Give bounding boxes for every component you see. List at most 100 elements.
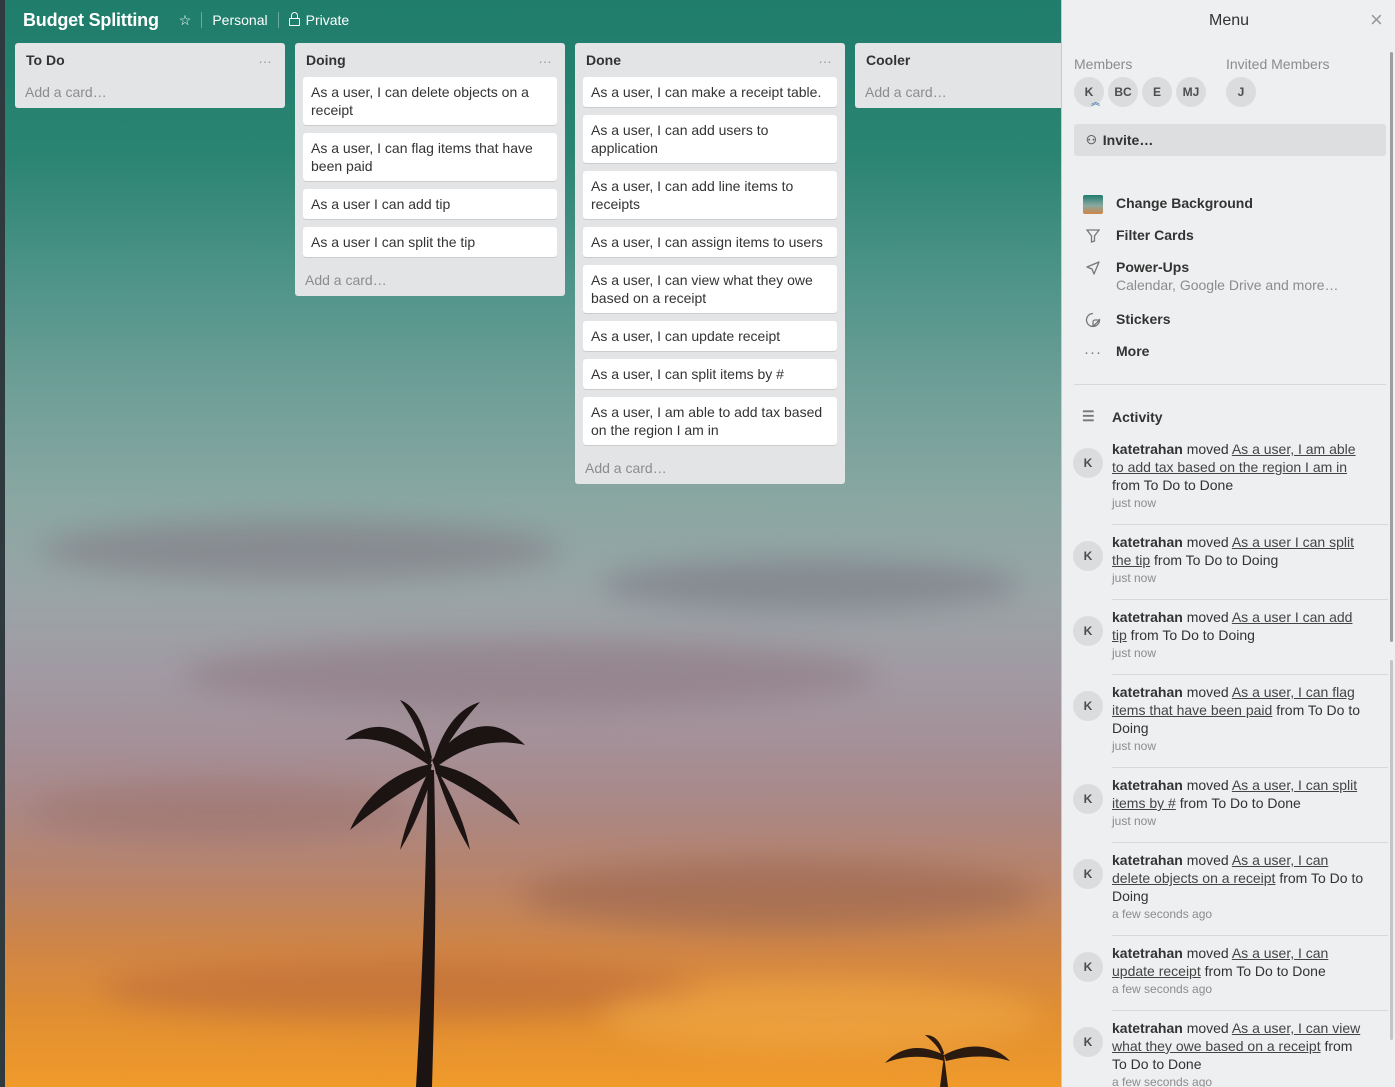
add-card-button[interactable]: Add a card… (303, 265, 557, 296)
activity-timestamp[interactable]: just now (1112, 646, 1367, 660)
divider (1112, 842, 1388, 843)
star-icon[interactable]: ☆ (179, 12, 192, 29)
divider (1112, 1010, 1388, 1011)
add-card-button[interactable]: Add a card… (583, 453, 837, 484)
activity-text: katetrahan moved As a user, I can update… (1112, 944, 1367, 996)
window-edge (0, 0, 5, 1087)
activity-text: katetrahan moved As a user, I am able to… (1112, 440, 1367, 510)
activity-verb: moved (1182, 1020, 1232, 1036)
ellipsis-icon: ··· (1084, 343, 1102, 361)
visibility-button[interactable]: Private (288, 11, 350, 28)
activity-timestamp[interactable]: just now (1112, 814, 1367, 828)
avatar[interactable]: K (1073, 1027, 1103, 1057)
close-icon[interactable]: × (1370, 9, 1383, 31)
menu-item-label: Change Background (1116, 195, 1253, 211)
activity-user[interactable]: katetrahan (1112, 852, 1183, 868)
card[interactable]: As a user I can add tip (303, 189, 557, 219)
board-title[interactable]: Budget Splitting (23, 10, 159, 31)
list-to-do: To Do … Add a card… (15, 43, 285, 108)
activity-timestamp[interactable]: a few seconds ago (1112, 907, 1367, 921)
menu-item-stickers[interactable]: Stickers (1082, 311, 1170, 329)
activity-text: katetrahan moved As a user, I can delete… (1112, 851, 1367, 921)
activity-timestamp[interactable]: just now (1112, 496, 1367, 510)
list-title[interactable]: Cooler (866, 52, 910, 68)
cloud-shape (520, 860, 1040, 930)
visibility-label: Private (305, 12, 350, 28)
menu-scrollbar-thumb[interactable] (1390, 660, 1393, 1040)
activity-user[interactable]: katetrahan (1112, 777, 1183, 793)
avatar[interactable]: MJ (1176, 77, 1206, 107)
sticker-icon (1082, 311, 1104, 329)
list-title[interactable]: Doing (306, 52, 346, 68)
header-divider (277, 12, 279, 28)
avatar[interactable]: K (1073, 448, 1103, 478)
card[interactable]: As a user, I can update receipt (583, 321, 837, 351)
activity-rest: from To Do to Done (1112, 477, 1234, 493)
activity-text: katetrahan moved As a user I can add tip… (1112, 608, 1367, 660)
list-menu-icon[interactable]: … (818, 50, 833, 66)
team-button[interactable]: Personal (212, 12, 267, 28)
avatar[interactable]: K (1073, 691, 1103, 721)
activity-timestamp[interactable]: a few seconds ago (1112, 1075, 1367, 1087)
list-title[interactable]: To Do (26, 52, 65, 68)
avatar[interactable]: K (1073, 859, 1103, 889)
divider (1112, 599, 1388, 600)
add-card-button[interactable]: Add a card… (23, 77, 277, 108)
activity-rest: from To Do to Doing (1150, 552, 1279, 568)
invited-avatar[interactable]: J (1226, 77, 1256, 107)
list-menu-icon[interactable]: … (538, 50, 553, 66)
list-header[interactable]: Cooler (863, 43, 1053, 77)
menu-item-filter-cards[interactable]: Filter Cards (1082, 227, 1194, 245)
activity-user[interactable]: katetrahan (1112, 534, 1183, 550)
list-header[interactable]: Doing … (303, 43, 557, 77)
palm-tree-silhouette (345, 700, 525, 1087)
menu-item-power-ups[interactable]: Power-Ups Calendar, Google Drive and mor… (1082, 259, 1339, 293)
card[interactable]: As a user, I can flag items that have be… (303, 133, 557, 181)
activity-timestamp[interactable]: just now (1112, 571, 1367, 585)
menu-scrollbar-thumb[interactable] (1390, 52, 1393, 642)
menu-item-label: Power-Ups (1116, 259, 1190, 275)
activity-user[interactable]: katetrahan (1112, 609, 1183, 625)
invite-button[interactable]: ⚇ Invite… (1074, 124, 1386, 156)
header-divider (201, 12, 203, 28)
avatar[interactable]: K (1073, 952, 1103, 982)
menu-item-change-background[interactable]: Change Background (1082, 194, 1253, 214)
card[interactable]: As a user, I can view what they owe base… (583, 265, 837, 313)
menu-item-more[interactable]: ··· More (1082, 343, 1149, 361)
avatar[interactable]: BC (1108, 77, 1138, 107)
activity-timestamp[interactable]: a few seconds ago (1112, 982, 1367, 996)
card[interactable]: As a user, I can add users to applicatio… (583, 115, 837, 163)
activity-user[interactable]: katetrahan (1112, 945, 1183, 961)
card[interactable]: As a user, I am able to add tax based on… (583, 397, 837, 445)
list-header[interactable]: Done … (583, 43, 837, 77)
activity-verb: moved (1182, 609, 1232, 625)
board-header: Budget Splitting ☆ Personal Private (0, 0, 1060, 40)
card[interactable]: As a user, I can delete objects on a rec… (303, 77, 557, 125)
activity-timestamp[interactable]: just now (1112, 739, 1367, 753)
card[interactable]: As a user, I can assign items to users (583, 227, 837, 257)
card[interactable]: As a user I can split the tip (303, 227, 557, 257)
divider (1074, 384, 1386, 385)
team-label: Personal (212, 12, 268, 28)
avatar[interactable]: K (1073, 541, 1103, 571)
add-card-button[interactable]: Add a card… (863, 77, 1053, 108)
card[interactable]: As a user, I can make a receipt table. (583, 77, 837, 107)
list-header[interactable]: To Do … (23, 43, 277, 77)
activity-rest: from To Do to Done (1175, 795, 1301, 811)
invite-label: Invite… (1102, 132, 1154, 148)
avatar[interactable]: E (1142, 77, 1172, 107)
activity-user[interactable]: katetrahan (1112, 441, 1183, 457)
filter-icon (1082, 227, 1104, 245)
person-add-icon: ⚇ (1086, 133, 1097, 147)
avatar[interactable]: K (1073, 616, 1103, 646)
activity-user[interactable]: katetrahan (1112, 684, 1183, 700)
card[interactable]: As a user, I can split items by # (583, 359, 837, 389)
activity-rest: from To Do to Done (1200, 963, 1326, 979)
list-menu-icon[interactable]: … (258, 50, 273, 66)
card[interactable]: As a user, I can add line items to recei… (583, 171, 837, 219)
cloud-shape (600, 560, 1020, 610)
avatar[interactable]: K (1073, 784, 1103, 814)
list-title[interactable]: Done (586, 52, 621, 68)
list-done: Done … As a user, I can make a receipt t… (575, 43, 845, 484)
activity-user[interactable]: katetrahan (1112, 1020, 1183, 1036)
